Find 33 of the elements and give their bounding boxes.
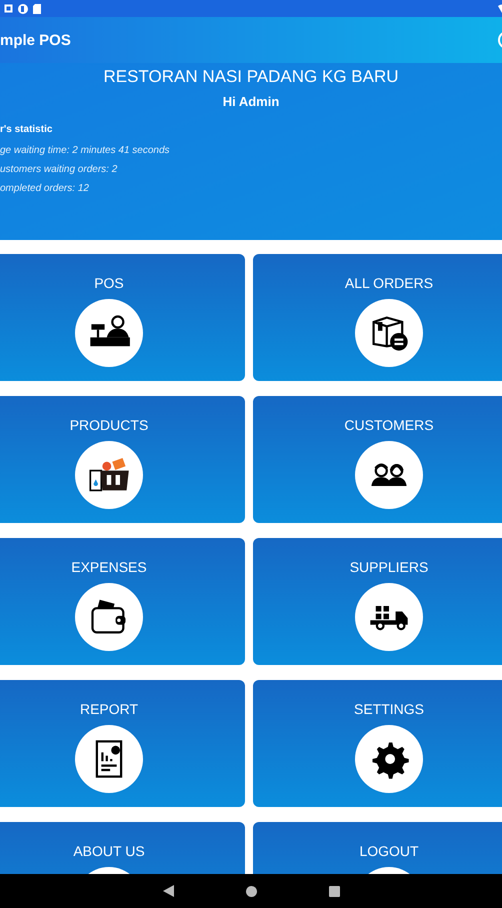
tile-label: SETTINGS: [354, 701, 424, 717]
menu-tile[interactable]: SETTINGS: [253, 680, 502, 807]
menu-tile[interactable]: EXPENSES: [0, 538, 245, 665]
menu-tile[interactable]: ALL ORDERS: [253, 254, 502, 381]
recents-icon[interactable]: [328, 886, 340, 896]
greeting: Hi Admin: [222, 94, 280, 109]
menu-tile[interactable]: ABOUT US: [0, 822, 245, 874]
home-icon[interactable]: [246, 886, 256, 896]
tile-label: CUSTOMERS: [344, 417, 434, 433]
menu-tile[interactable]: LOGOUT: [253, 822, 502, 874]
tile-label: PRODUCTS: [70, 417, 148, 433]
tile-label: ABOUT US: [73, 843, 145, 859]
menu-tile[interactable]: CUSTOMERS: [253, 396, 502, 523]
tile-label: POS: [94, 275, 124, 291]
statistic-line: ge waiting time: 2 minutes 41 seconds: [0, 145, 171, 156]
tile-label: SUPPLIERS: [350, 559, 428, 575]
tile-label: EXPENSES: [71, 559, 147, 575]
tile-label: LOGOUT: [359, 843, 419, 859]
back-icon[interactable]: [162, 885, 174, 897]
menu-tile[interactable]: SUPPLIERS: [253, 538, 502, 665]
tile-label: ALL ORDERS: [344, 275, 434, 291]
app-title: mple POS: [0, 32, 71, 48]
statistic-heading: r's statistic: [0, 124, 54, 135]
menu-tile[interactable]: POS: [0, 254, 245, 381]
statistic-line: ustomers waiting orders: 2: [0, 164, 118, 175]
tile-label: REPORT: [80, 701, 138, 717]
menu-tile[interactable]: REPORT: [0, 680, 245, 807]
sd-card-icon: [33, 4, 41, 14]
statistic-line: ompleted orders: 12: [0, 183, 90, 194]
notification-icon: [4, 4, 13, 13]
notification-icon: [18, 4, 28, 14]
menu-tile[interactable]: PRODUCTS: [0, 396, 245, 523]
restaurant-name: RESTORAN NASI PADANG KG BARU: [103, 67, 399, 87]
